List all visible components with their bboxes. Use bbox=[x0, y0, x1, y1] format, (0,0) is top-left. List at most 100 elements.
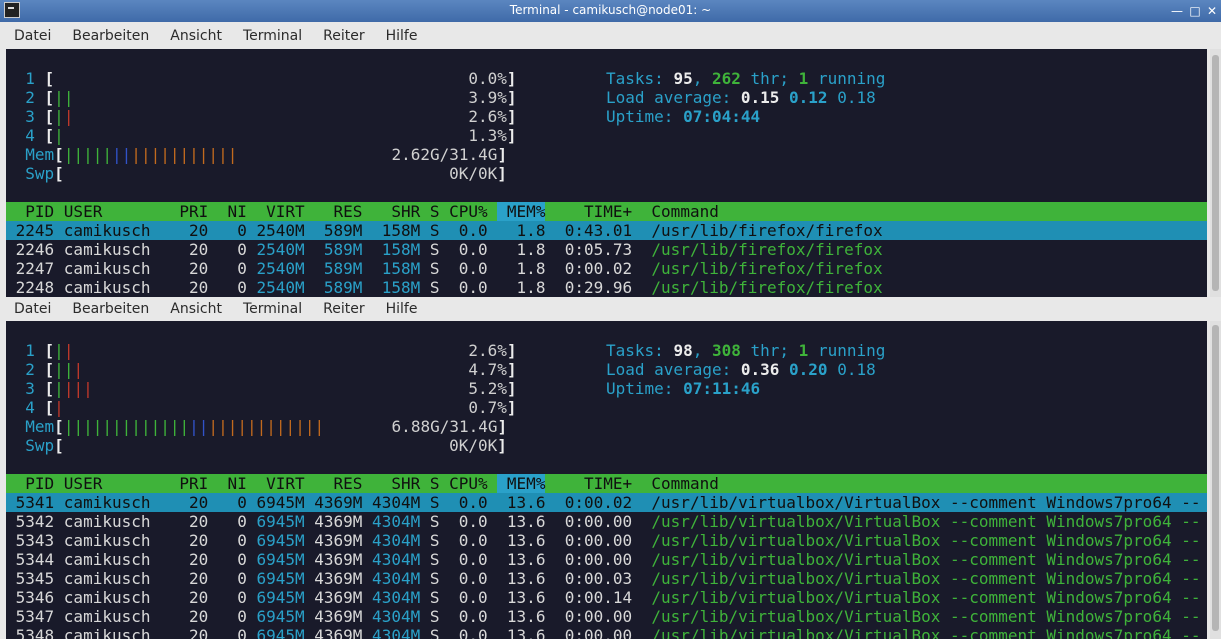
cpu-meter-row: 1 [ 0.0%] bbox=[6, 69, 516, 88]
task-count: 98 bbox=[673, 341, 693, 360]
text: Load average: bbox=[606, 360, 741, 379]
htop-view-2[interactable]: 1 [|| 2.6%] 2 [||| 4.7%] 3 [|||| 5.2%] 4… bbox=[6, 321, 1207, 639]
text: ] bbox=[506, 379, 517, 398]
process-table-header: PID USER PRI NI VIRT RES SHR S CPU% MEM%… bbox=[6, 474, 1207, 493]
text: S 0.0 13.6 0:00.02 bbox=[420, 493, 652, 512]
text: running bbox=[808, 69, 886, 88]
text bbox=[64, 126, 469, 145]
text: --comment Windows7pro64 -- bbox=[940, 550, 1201, 569]
cpu-bar: | bbox=[63, 107, 74, 126]
menu-ansicht[interactable]: Ansicht bbox=[170, 301, 222, 317]
mem-bar: | bbox=[92, 145, 103, 164]
menu-hilfe[interactable]: Hilfe bbox=[386, 28, 418, 44]
process-table-header: PID USER PRI NI VIRT RES SHR S CPU% MEM%… bbox=[6, 202, 1207, 221]
cpu-bar: | bbox=[63, 379, 74, 398]
text: 4369M bbox=[304, 588, 363, 607]
process-row[interactable]: 5345 camikusch 20 0 6945M 4369M 4304M S … bbox=[6, 569, 1201, 588]
text: 2248 camikusch 20 0 bbox=[6, 278, 257, 297]
minimize-icon[interactable]: — bbox=[1168, 2, 1186, 20]
text: 2247 camikusch 20 0 bbox=[6, 259, 257, 278]
cpu-id: 3 bbox=[6, 379, 45, 398]
sort-column-mem: MEM% bbox=[497, 202, 546, 221]
menubar: Datei Bearbeiten Ansicht Terminal Reiter… bbox=[0, 22, 1221, 49]
cpu-percent: 2.6% bbox=[468, 341, 507, 360]
scrollbar-2[interactable] bbox=[1210, 321, 1221, 639]
text: S 0.0 13.6 0:00.03 bbox=[420, 569, 652, 588]
text: 2540M bbox=[256, 278, 305, 297]
text bbox=[54, 69, 468, 88]
text: [ bbox=[54, 145, 64, 164]
text: 158M bbox=[362, 221, 421, 240]
cpu-bar: | bbox=[63, 341, 74, 360]
menu-bearbeiten[interactable]: Bearbeiten bbox=[72, 28, 149, 44]
mem-bar: | bbox=[208, 417, 219, 436]
process-command: /usr/lib/virtualbox/VirtualBox bbox=[651, 569, 941, 588]
mem-bar: | bbox=[169, 145, 180, 164]
scrollbar-thumb[interactable] bbox=[1212, 55, 1219, 291]
htop-view-1[interactable]: 1 [ 0.0%] 2 [|| 3.9%] 3 [|| 2.6%] 4 [| 1… bbox=[6, 49, 1207, 297]
scrollbar-1[interactable] bbox=[1210, 49, 1221, 297]
cpu-meter-row: 3 [|| 2.6%] bbox=[6, 107, 517, 126]
maximize-icon[interactable]: □ bbox=[1186, 2, 1204, 20]
process-row[interactable]: 5343 camikusch 20 0 6945M 4369M 4304M S … bbox=[6, 531, 1201, 550]
text: 5343 camikusch 20 0 bbox=[6, 531, 257, 550]
text: ] bbox=[506, 107, 517, 126]
uptime-line: Uptime: 07:11:46 bbox=[606, 379, 760, 398]
text: 158M bbox=[362, 259, 421, 278]
running-count: 1 bbox=[798, 69, 809, 88]
menu-ansicht[interactable]: Ansicht bbox=[170, 28, 222, 44]
mem-bar: | bbox=[63, 417, 74, 436]
process-command: /usr/lib/virtualbox/VirtualBox bbox=[651, 626, 941, 639]
load-15: 0.18 bbox=[837, 88, 876, 107]
process-row[interactable]: 2246 camikusch 20 0 2540M 589M 158M S 0.… bbox=[6, 240, 883, 259]
process-row[interactable]: 2248 camikusch 20 0 2540M 589M 158M S 0.… bbox=[6, 278, 883, 297]
text: ] bbox=[497, 164, 507, 183]
process-command: /usr/lib/virtualbox/VirtualBox bbox=[651, 607, 941, 626]
menu-reiter[interactable]: Reiter bbox=[323, 301, 364, 317]
process-row[interactable]: 5347 camikusch 20 0 6945M 4369M 4304M S … bbox=[6, 607, 1201, 626]
window-titlebar[interactable]: Terminal - camikusch@node01: ~ — □ ✕ bbox=[0, 0, 1221, 22]
menu-reiter[interactable]: Reiter bbox=[323, 28, 364, 44]
menu-hilfe[interactable]: Hilfe bbox=[386, 301, 418, 317]
text: 5342 camikusch 20 0 bbox=[6, 512, 257, 531]
text: 6945M bbox=[256, 626, 305, 639]
process-command: /usr/lib/firefox/firefox bbox=[651, 240, 883, 259]
process-row[interactable]: 5346 camikusch 20 0 6945M 4369M 4304M S … bbox=[6, 588, 1201, 607]
text: 6945M bbox=[256, 569, 305, 588]
terminal-pane-1: Datei Bearbeiten Ansicht Terminal Reiter… bbox=[0, 22, 1221, 297]
process-row[interactable]: 2245 camikusch 20 0 2540M 589M 158M S 0.… bbox=[6, 221, 1207, 240]
text: ] bbox=[506, 398, 517, 417]
cpu-bar: | bbox=[54, 88, 64, 107]
text: [ bbox=[44, 88, 55, 107]
cpu-percent: 5.2% bbox=[468, 379, 507, 398]
menu-terminal[interactable]: Terminal bbox=[243, 28, 302, 44]
scrollbar-thumb[interactable] bbox=[1212, 325, 1219, 631]
process-row[interactable]: 5348 camikusch 20 0 6945M 4369M 4304M S … bbox=[6, 626, 1201, 639]
menu-bearbeiten[interactable]: Bearbeiten bbox=[72, 301, 149, 317]
process-row[interactable]: 5344 camikusch 20 0 6945M 4369M 4304M S … bbox=[6, 550, 1201, 569]
mem-bar: | bbox=[112, 417, 122, 436]
menu-terminal[interactable]: Terminal bbox=[243, 301, 302, 317]
load-1: 0.15 bbox=[740, 88, 780, 107]
text: S 0.0 1.8 0:43.01 bbox=[420, 221, 652, 240]
menu-datei[interactable]: Datei bbox=[14, 301, 51, 317]
text: 5346 camikusch 20 0 bbox=[6, 588, 257, 607]
mem-bar: | bbox=[227, 145, 238, 164]
cpu-percent: 1.3% bbox=[468, 126, 507, 145]
text: 6945M bbox=[256, 550, 305, 569]
terminal-pane-2: Datei Bearbeiten Ansicht Terminal Reiter… bbox=[0, 297, 1221, 639]
load-5: 0.20 bbox=[789, 360, 828, 379]
text: 589M bbox=[304, 259, 363, 278]
text: --comment Windows7pro64 -- bbox=[940, 626, 1201, 639]
text: 5341 camikusch 20 0 bbox=[6, 493, 257, 512]
menu-datei[interactable]: Datei bbox=[14, 28, 51, 44]
process-row[interactable]: 5342 camikusch 20 0 6945M 4369M 4304M S … bbox=[6, 512, 1201, 531]
text: 5344 camikusch 20 0 bbox=[6, 550, 257, 569]
process-row[interactable]: 5341 camikusch 20 0 6945M 4369M 4304M S … bbox=[6, 493, 1207, 512]
window-title: Terminal - camikusch@node01: ~ bbox=[509, 3, 712, 17]
process-row[interactable]: 2247 camikusch 20 0 2540M 589M 158M S 0.… bbox=[6, 259, 883, 278]
mem-bar: | bbox=[218, 145, 228, 164]
text: ] bbox=[506, 341, 517, 360]
close-icon[interactable]: ✕ bbox=[1203, 2, 1221, 20]
text: [ bbox=[44, 398, 55, 417]
